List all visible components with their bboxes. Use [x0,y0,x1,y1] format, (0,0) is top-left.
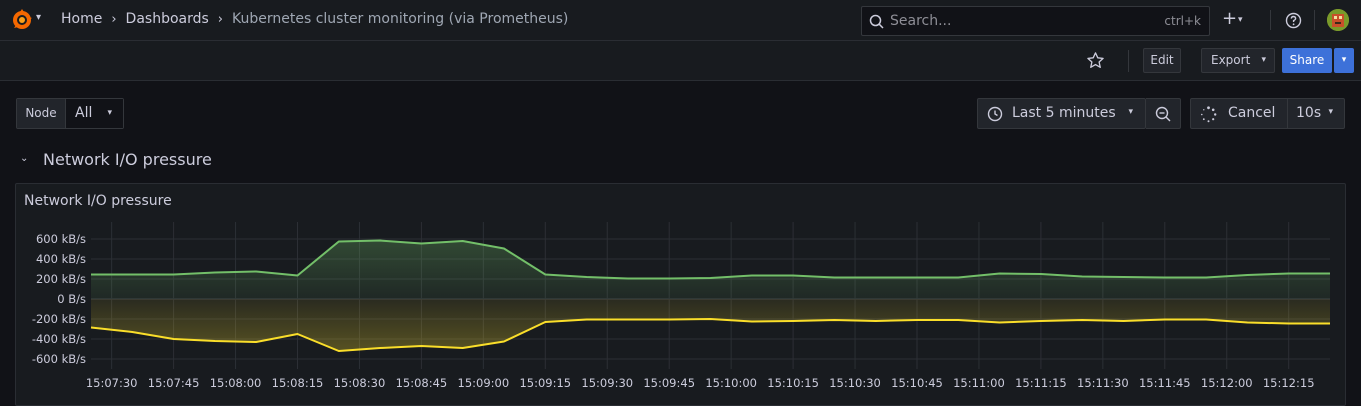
search-input[interactable]: Search... ctrl+k [861,6,1210,36]
divider [1314,10,1315,30]
series-area-1 [91,299,1330,351]
y-tick-label: 0 B/s [57,292,86,306]
chevron-down-icon: ▾ [1341,55,1347,65]
search-shortcut: ctrl+k [1164,14,1201,28]
chevron-down-icon: ▾ [1128,107,1133,117]
node-variable: Node All ▾ [16,98,124,129]
help-icon[interactable] [1285,12,1302,29]
x-tick-label: 15:10:45 [891,376,943,390]
breadcrumb-home[interactable]: Home [61,11,102,27]
spinner-icon [1201,106,1217,123]
zoom-out-button[interactable] [1146,98,1181,129]
y-tick-label: -200 kB/s [32,312,86,326]
refresh-interval-picker[interactable]: 10s ▾ [1287,98,1345,129]
refresh-interval-label: 10s [1296,105,1322,121]
x-tick-label: 15:11:30 [1077,376,1129,390]
x-tick-label: 15:09:15 [519,376,571,390]
menu-chevron-down-icon[interactable]: ▾ [36,12,41,23]
breadcrumb: Home › Dashboards › Kubernetes cluster monit… [61,11,568,27]
node-variable-label: Node [17,99,66,128]
y-tick-label: 400 kB/s [36,252,86,266]
y-tick-label: 200 kB/s [36,272,86,286]
chevron-down-icon: ▾ [1261,55,1266,65]
x-tick-label: 15:10:30 [829,376,881,390]
timeseries-chart[interactable]: 600 kB/s 400 kB/s 200 kB/s 0 B/s -200 kB/s -4… [16,184,1347,406]
plus-icon: + [1222,8,1238,29]
export-label: Export [1211,53,1251,67]
user-avatar[interactable] [1327,9,1349,31]
cancel-label: Cancel [1228,105,1276,121]
x-tick-label: 15:08:30 [334,376,386,390]
divider [1128,50,1129,72]
series-area-0 [91,240,1330,299]
breadcrumb-current-dashboard: Kubernetes cluster monitoring (via Prome… [232,11,569,27]
chevron-down-icon: ▾ [1238,15,1243,25]
clock-icon [987,106,1003,122]
x-tick-label: 15:09:00 [458,376,510,390]
x-tick-label: 15:12:15 [1263,376,1315,390]
breadcrumb-separator-icon: › [111,11,117,27]
node-variable-select[interactable]: All ▾ [66,99,123,128]
search-icon [869,14,884,29]
row-title: Network I/O pressure [43,150,212,169]
export-button[interactable]: Export ▾ [1201,48,1275,73]
dashboard-toolbar: Edit Export ▾ Share ▾ [0,41,1361,81]
new-button[interactable]: + ▾ [1222,10,1252,30]
x-tick-label: 15:11:00 [953,376,1005,390]
x-tick-label: 15:09:30 [581,376,633,390]
zoom-out-icon [1155,106,1171,122]
node-variable-value: All [75,105,93,121]
grafana-logo-icon[interactable] [10,8,34,32]
x-tick-label: 15:07:45 [148,376,200,390]
x-tick-label: 15:08:45 [396,376,448,390]
x-tick-label: 15:10:15 [767,376,819,390]
divider [1270,10,1271,30]
x-tick-label: 15:12:00 [1201,376,1253,390]
x-tick-label: 15:09:45 [643,376,695,390]
x-tick-label: 15:07:30 [86,376,138,390]
y-tick-label: 600 kB/s [36,232,86,246]
chevron-down-icon: ▾ [107,108,112,118]
network-io-panel: 600 kB/s 400 kB/s 200 kB/s 0 B/s -200 kB/s -4… [15,183,1346,406]
edit-button[interactable]: Edit [1143,48,1181,73]
x-tick-label: 15:10:00 [705,376,757,390]
breadcrumb-separator-icon: › [217,11,223,27]
time-range-picker[interactable]: Last 5 minutes ▾ [977,98,1146,129]
panel-title[interactable]: Network I/O pressure [24,193,172,209]
search-placeholder: Search... [890,13,952,29]
collapse-chevron-icon: ⌄ [20,153,29,164]
share-options-button[interactable]: ▾ [1334,48,1354,73]
cancel-refresh-button[interactable]: Cancel [1190,98,1288,129]
avatar-icon [1327,9,1349,31]
share-button[interactable]: Share [1282,48,1332,73]
top-navbar: ▾ Home › Dashboards › Kubernetes cluster mon… [0,0,1361,41]
star-icon[interactable] [1086,51,1105,70]
y-tick-label: -400 kB/s [32,332,86,346]
breadcrumb-dashboards[interactable]: Dashboards [126,11,209,27]
chevron-down-icon: ▾ [1328,107,1333,117]
x-tick-label: 15:08:15 [272,376,324,390]
x-tick-label: 15:11:15 [1015,376,1067,390]
time-range-label: Last 5 minutes [1012,105,1116,121]
x-tick-label: 15:08:00 [210,376,262,390]
x-tick-label: 15:11:45 [1139,376,1191,390]
y-tick-label: -600 kB/s [32,352,86,366]
